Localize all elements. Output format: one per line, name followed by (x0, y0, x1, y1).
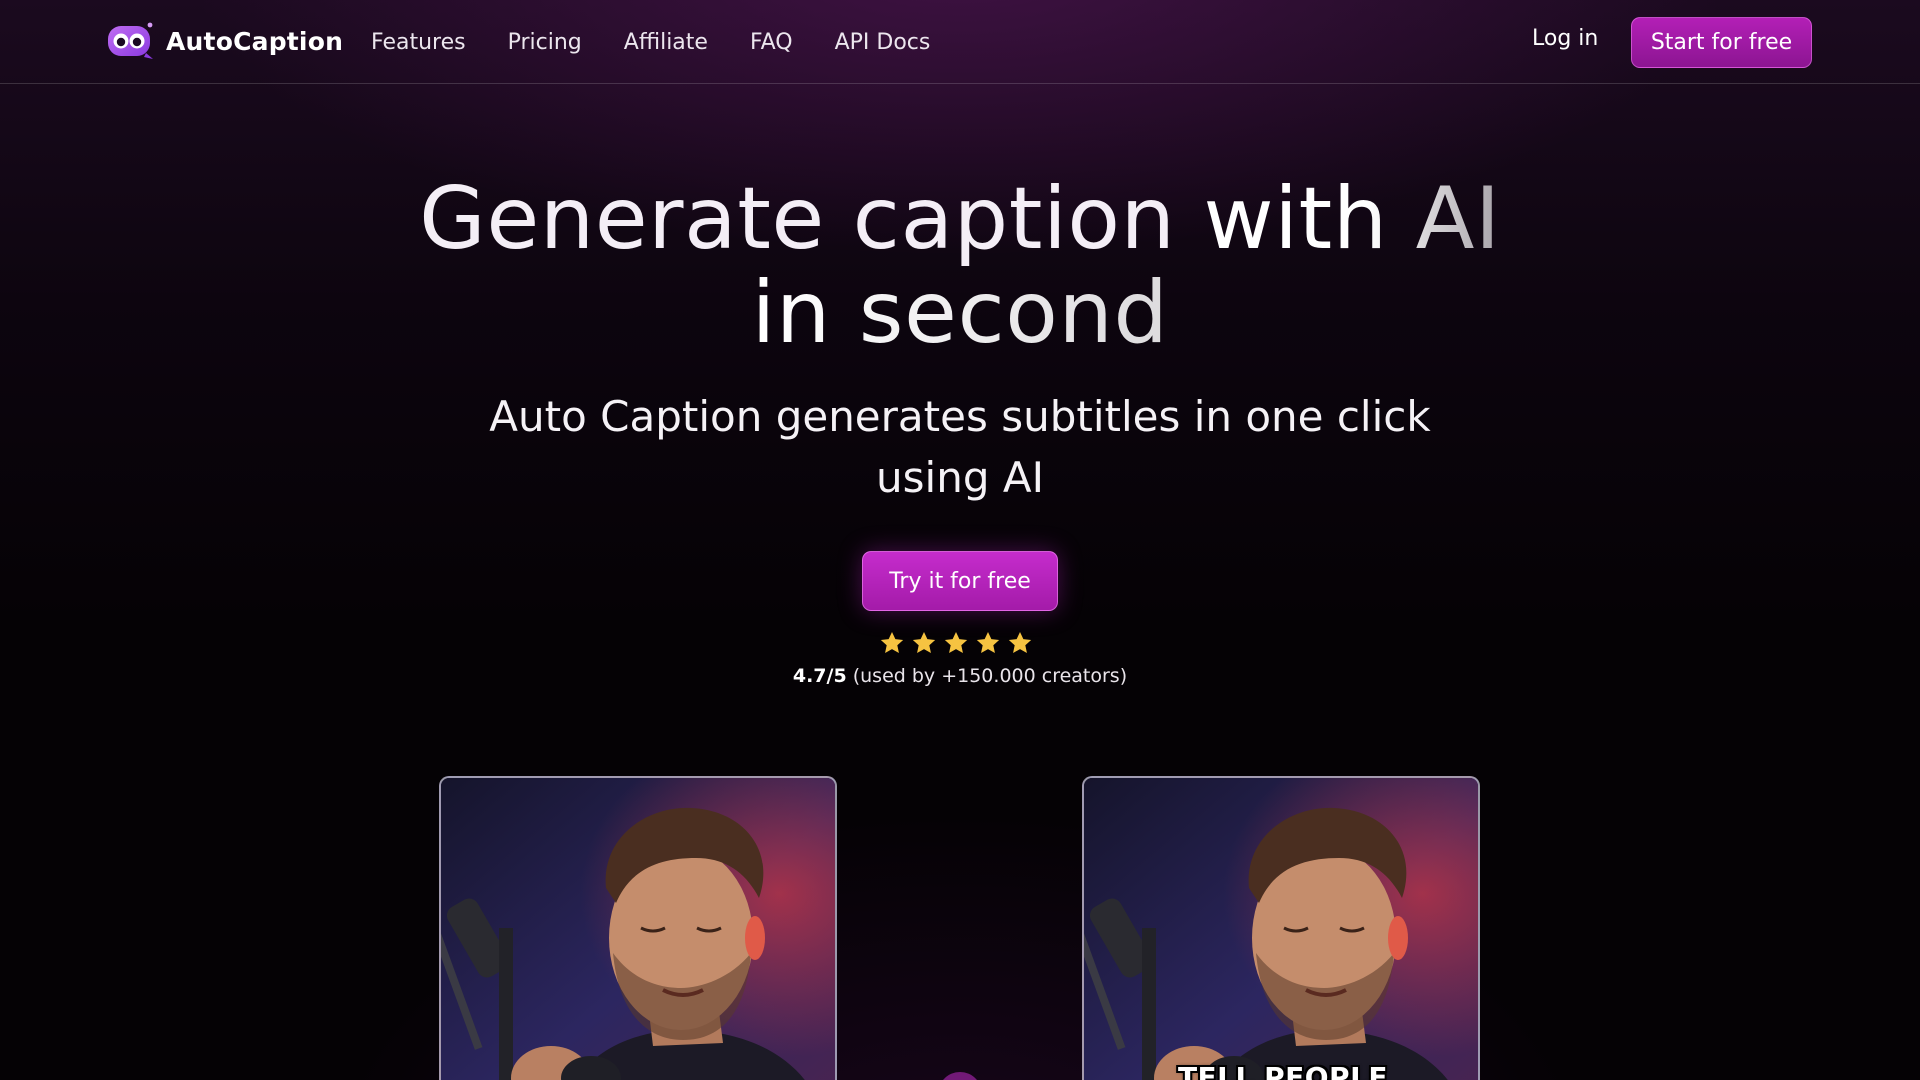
video-frame-illustration (1084, 778, 1478, 1080)
hero-subtitle: Auto Caption generates subtitles in one … (489, 392, 1431, 502)
rating-stars (879, 630, 1033, 656)
nav-affiliate[interactable]: Affiliate (624, 30, 708, 55)
star-icon (912, 631, 936, 653)
robot-face-icon (108, 22, 153, 59)
navbar: AutoCaption Features Pricing Affiliate F… (0, 0, 1920, 84)
hero-title-line-1: Generate caption with AI (0, 172, 1920, 266)
rating-summary: 4.7/5 (used by +150.000 creators) (0, 665, 1920, 687)
landing-page: AutoCaption Features Pricing Affiliate F… (0, 0, 1920, 1080)
play-indicator (938, 1072, 982, 1080)
nav-pricing[interactable]: Pricing (508, 30, 582, 55)
hero-title-line-2: in second (0, 266, 1920, 360)
hero-title-part-b: with AI (1203, 169, 1501, 269)
start-for-free-button[interactable]: Start for free (1631, 17, 1812, 68)
video-frame-illustration (441, 778, 835, 1080)
main-nav: Features Pricing Affiliate FAQ API Docs (371, 22, 972, 62)
nav-api-docs[interactable]: API Docs (835, 30, 931, 55)
hero-title: Generate caption with AI in second (0, 172, 1920, 360)
rating-score: 4.7/5 (792, 665, 847, 687)
brand-name: AutoCaption (166, 26, 344, 56)
nav-faq[interactable]: FAQ (750, 30, 793, 55)
star-icon (976, 631, 1000, 653)
video-preview-with-captions[interactable]: TELL PEOPLE (1082, 776, 1480, 1080)
rating-text: (used by +150.000 creators) (846, 665, 1128, 687)
star-icon (1008, 631, 1032, 653)
nav-features[interactable]: Features (371, 30, 466, 55)
hero-title-part-a: Generate caption (419, 169, 1204, 269)
login-link[interactable]: Log in (1532, 26, 1598, 51)
star-icon (880, 631, 904, 653)
star-icon (944, 631, 968, 653)
video-caption-text: TELL PEOPLE (1177, 1061, 1389, 1080)
brand-logo-link[interactable]: AutoCaption (106, 20, 343, 62)
video-preview-without-captions[interactable] (439, 776, 837, 1080)
try-it-for-free-button[interactable]: Try it for free (862, 551, 1058, 611)
